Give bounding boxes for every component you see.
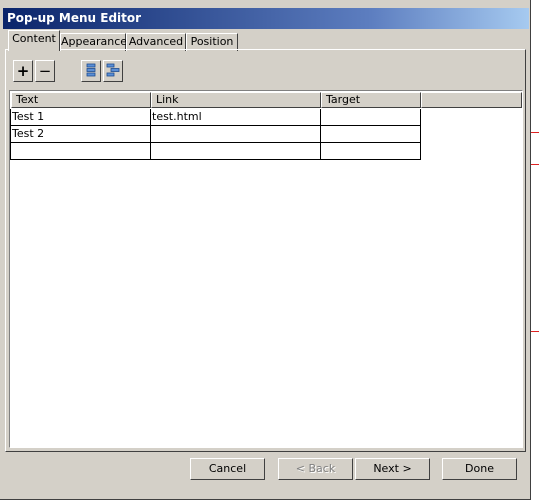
next-button[interactable]: Next > (355, 458, 430, 480)
tab-content[interactable]: Content (8, 30, 60, 51)
popup-menu-editor-dialog: Pop-up Menu Editor Content Appearance Ad… (0, 0, 531, 500)
cell-target[interactable] (321, 143, 421, 160)
add-item-icon: + (16, 61, 30, 80)
outdent-button[interactable] (103, 60, 123, 82)
cell-target[interactable] (321, 126, 421, 143)
cell-link[interactable]: test.html (151, 109, 321, 126)
cell-text[interactable]: Test 1 (10, 109, 151, 126)
cancel-button[interactable]: Cancel (190, 458, 265, 480)
add-item-button[interactable]: + (13, 60, 33, 82)
back-button[interactable]: < Back (278, 458, 353, 480)
cell-text[interactable] (10, 143, 151, 160)
window-title: Pop-up Menu Editor (7, 11, 142, 25)
cell-target[interactable] (321, 109, 421, 126)
indent-button[interactable] (81, 60, 101, 82)
remove-item-button[interactable]: − (35, 60, 55, 82)
background-red-line (530, 331, 539, 332)
outdent-icon (106, 63, 120, 80)
column-header-target[interactable]: Target (321, 92, 421, 108)
column-header-text[interactable]: Text (11, 92, 151, 108)
cell-link[interactable] (151, 143, 321, 160)
indent-icon (85, 63, 97, 80)
remove-item-icon: − (38, 61, 52, 80)
background-red-line (530, 164, 539, 165)
column-header-filler (421, 92, 522, 108)
done-button[interactable]: Done (442, 458, 517, 480)
column-header-link[interactable]: Link (151, 92, 321, 108)
cell-link[interactable] (151, 126, 321, 143)
background-red-line (530, 132, 539, 133)
cell-text[interactable]: Test 2 (10, 126, 151, 143)
menu-items-table: Text Link Target Test 1 test.html Test 2 (9, 90, 523, 448)
title-bar[interactable]: Pop-up Menu Editor (3, 8, 529, 29)
